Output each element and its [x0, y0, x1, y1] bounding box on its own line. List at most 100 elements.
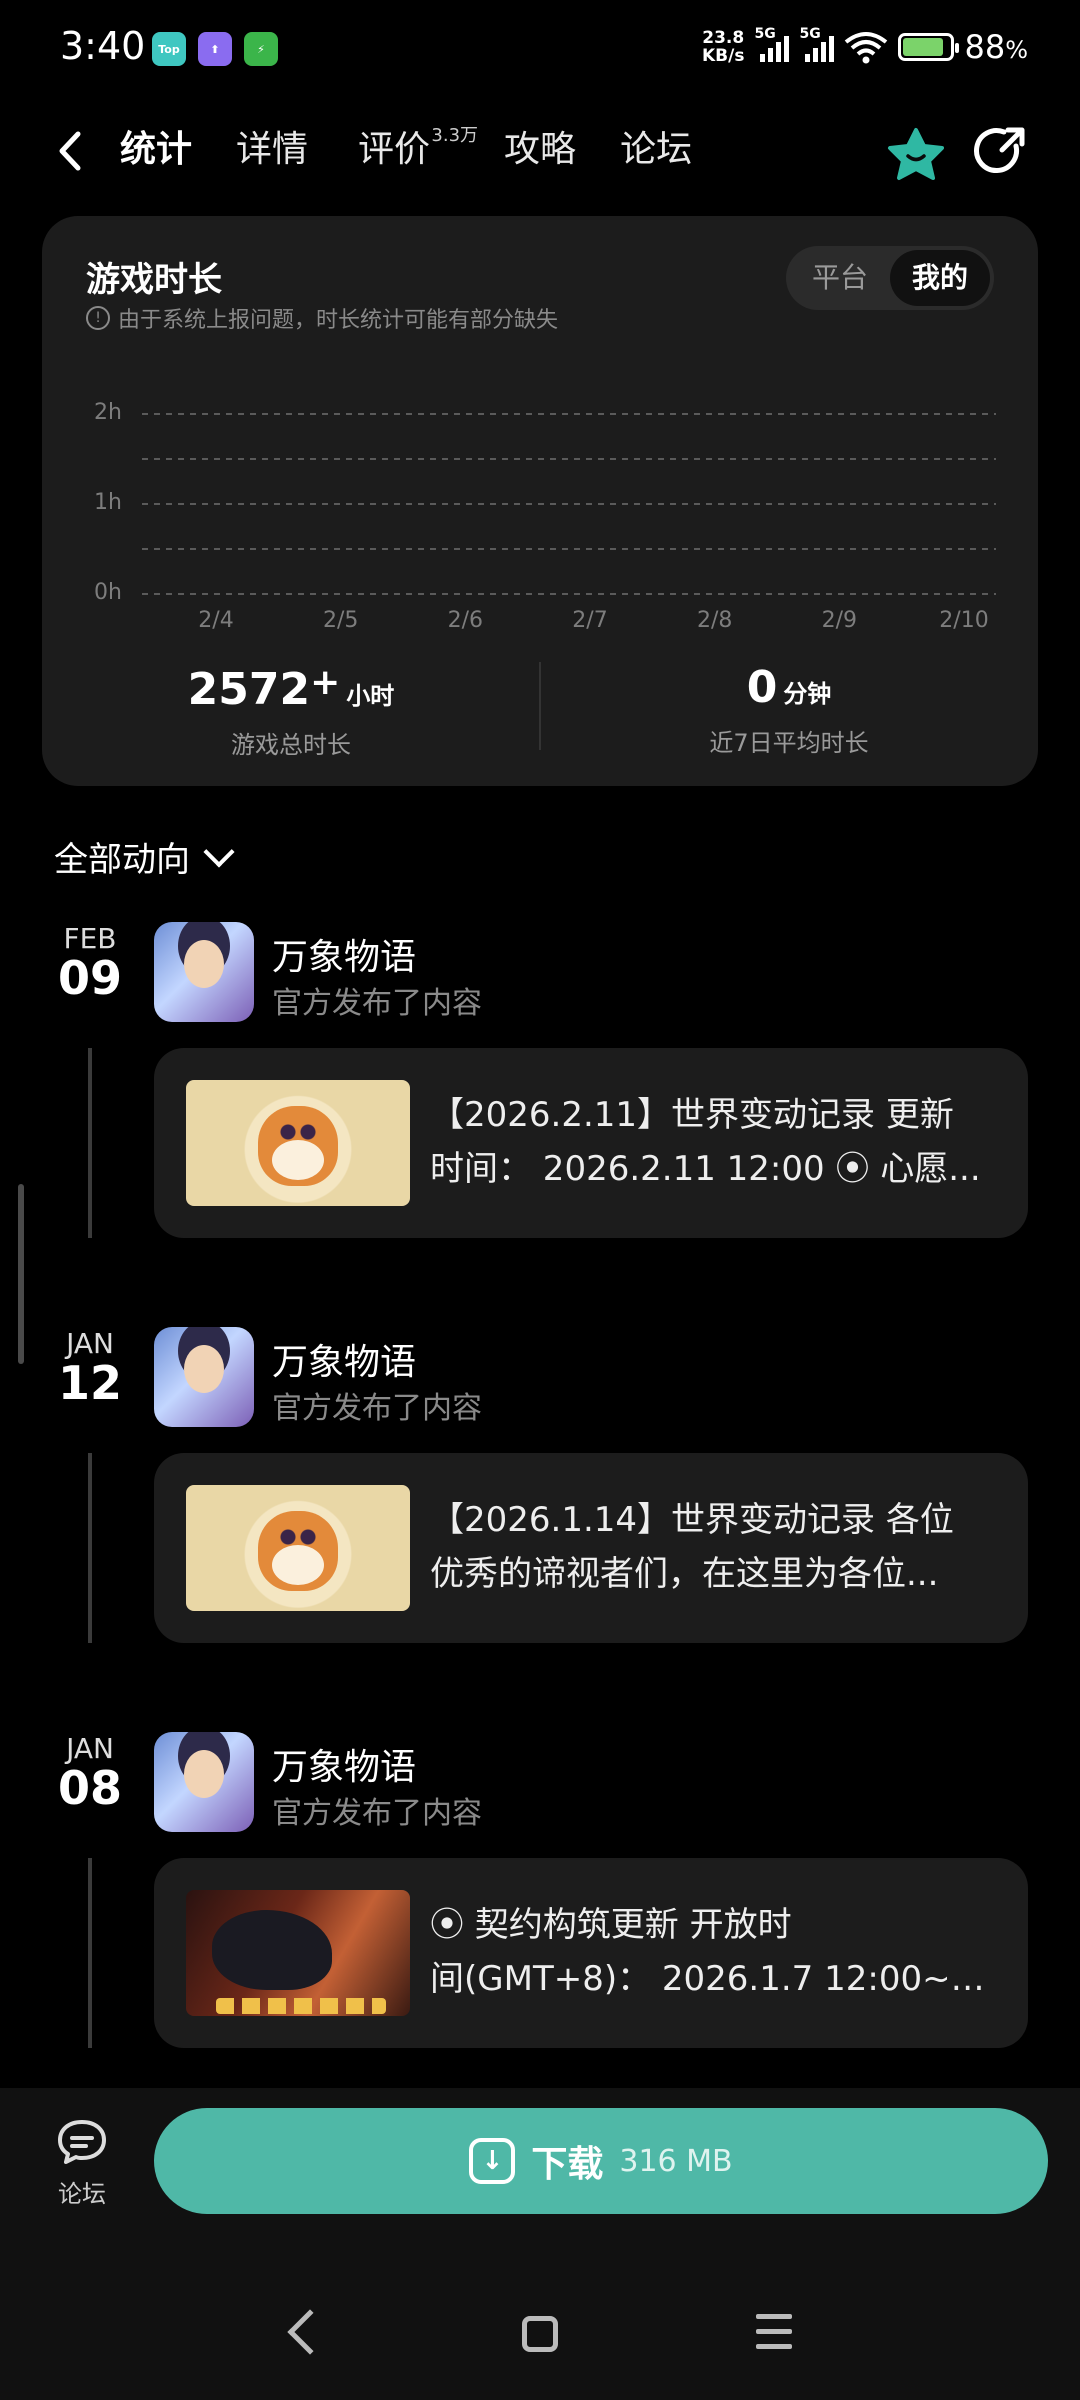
- total-label: 游戏总时长: [231, 731, 351, 759]
- post-subtitle: 官方发布了内容: [272, 986, 482, 1021]
- platform-mine-toggle[interactable]: 平台 我的: [786, 246, 994, 310]
- post-thumbnail: [186, 1485, 410, 1611]
- tab-1[interactable]: 详情: [236, 124, 308, 184]
- post-day: 09: [57, 951, 122, 1005]
- game-avatar[interactable]: [154, 922, 254, 1022]
- average-label: 近7日平均时长: [709, 729, 869, 757]
- play-time-chart: 2h 1h 0h 2/4 2/5 2/6 2/7 2/8 2/9 2/10: [42, 366, 1038, 846]
- post-text-line: 间(GMT+8)： 2026.1.7 12:00~2...: [430, 1959, 1000, 1999]
- post-card[interactable]: ⦿ 契约构筑更新 开放时间(GMT+8)： 2026.1.7 12:00~2..…: [154, 1858, 1028, 2048]
- card-title: 游戏时长: [86, 260, 222, 300]
- stat-divider: [539, 662, 541, 750]
- tab-label: 攻略: [504, 129, 577, 170]
- tab-3[interactable]: 攻略: [504, 124, 576, 184]
- battery-percent: 88%: [964, 28, 1028, 66]
- post-day: 08: [57, 1761, 122, 1815]
- post-date: JAN 08: [50, 1732, 130, 1811]
- post-text: 【2026.1.14】世界变动记录 各位 优秀的谛视者们，在这里为各位...: [430, 1493, 1000, 1601]
- signal-icon: 5G: [799, 26, 835, 62]
- total-unit: 小时: [346, 682, 395, 710]
- forum-icon: [58, 2120, 106, 2164]
- post-text: 【2026.2.11】世界变动记录 更新 时间： 2026.2.11 12:00 …: [430, 1088, 1000, 1196]
- tab-badge: 3.3万: [431, 125, 479, 146]
- chevron-down-icon: [203, 835, 235, 868]
- timeline-line: [88, 1048, 92, 1238]
- status-bar: 3:40 Top ⬆ ⚡ 23.8 KB/s 5G 5G 88%: [0, 0, 1080, 100]
- signal-label: 5G: [799, 26, 821, 42]
- forum-button[interactable]: 论坛: [40, 2116, 124, 2209]
- upload-app-icon: ⬆: [198, 32, 232, 66]
- battery-icon: [898, 33, 960, 61]
- post-subtitle: 官方发布了内容: [272, 1796, 482, 1831]
- game-avatar[interactable]: [154, 1732, 254, 1832]
- network-speed-value: 23.8: [702, 28, 745, 48]
- post-day: 12: [57, 1356, 122, 1410]
- post-text-line: ⦿ 契约构筑更新 开放时: [430, 1905, 792, 1945]
- post-text-line: 【2026.2.11】世界变动记录 更新: [430, 1095, 954, 1135]
- download-button[interactable]: ↓ 下载 316 MB: [154, 2108, 1048, 2214]
- wifi-icon: [845, 32, 888, 64]
- timeline-line: [88, 1453, 92, 1643]
- post-card[interactable]: 【2026.2.11】世界变动记录 更新 时间： 2026.2.11 12:00 …: [154, 1048, 1028, 1238]
- feed-post: JAN 08 万象物语官方发布了内容 ⦿ 契约构筑更新 开放时间(GMT+8)： 20…: [0, 1732, 1080, 2137]
- signal-icon: 5G: [754, 26, 790, 62]
- nav-back-icon[interactable]: [287, 2309, 333, 2355]
- share-icon[interactable]: [972, 124, 1028, 180]
- download-label: 下载: [531, 2144, 604, 2185]
- nav-menu-icon[interactable]: [756, 2314, 792, 2354]
- tab-label: 评价: [358, 129, 431, 170]
- feed-filter-dropdown[interactable]: 全部动向: [54, 832, 235, 881]
- download-icon: ↓: [469, 2138, 516, 2184]
- feed-post: FEB 09 万象物语官方发布了内容【2026.2.11】世界变动记录 更新 时间： …: [0, 922, 1080, 1327]
- status-app-icons: Top ⬆ ⚡: [152, 32, 278, 66]
- network-speed-unit: KB/s: [702, 46, 745, 66]
- total-value: 2572: [187, 664, 311, 715]
- nav-home-icon[interactable]: [522, 2316, 558, 2352]
- post-text-line: 时间： 2026.2.11 12:00 ⦿ 心愿...: [430, 1149, 981, 1189]
- tab-label: 统计: [120, 129, 193, 170]
- chart-x-tick: 2/5: [322, 608, 359, 633]
- timeline-line: [88, 1858, 92, 2048]
- post-author[interactable]: 万象物语: [272, 928, 416, 980]
- post-thumbnail: [186, 1890, 410, 2016]
- tab-bar: 统计 详情 评价 3.3万 攻略 论坛: [113, 124, 692, 184]
- feed-post: JAN 12 万象物语 官方发布了内容 【2026.1.14】世界变动记录 各位 优秀的谛…: [0, 1327, 1080, 1732]
- post-subtitle: 官方发布了内容: [272, 1391, 482, 1426]
- average-value: 0: [746, 662, 778, 713]
- average-unit: 分钟: [783, 680, 832, 708]
- chart-y-tick: 1h: [94, 490, 122, 515]
- star-icon[interactable]: [886, 126, 946, 182]
- chart-x-tick: 2/6: [447, 608, 484, 633]
- post-text-line: 【2026.1.14】世界变动记录 各位: [430, 1500, 954, 1540]
- post-text: ⦿ 契约构筑更新 开放时间(GMT+8)： 2026.1.7 12:00~2..…: [430, 1898, 1000, 2006]
- average-play-time: 0 分钟 近7日平均时长: [540, 662, 1038, 772]
- game-avatar[interactable]: [154, 1327, 254, 1427]
- chart-x-tick: 2/10: [939, 608, 989, 633]
- tab-2[interactable]: 评价 3.3万: [358, 124, 478, 184]
- post-thumbnail: [186, 1080, 410, 1206]
- toggle-mine[interactable]: 我的: [890, 250, 990, 306]
- play-time-card: 游戏时长 ! 由于系统上报问题，时长统计可能有部分缺失 平台 我的 2h 1h 0h…: [42, 216, 1038, 786]
- chart-x-tick: 2/8: [696, 608, 733, 633]
- tab-0[interactable]: 统计: [113, 124, 199, 184]
- network-speed: 23.8 KB/s: [702, 29, 744, 65]
- top-nav: 统计 详情 评价 3.3万 攻略 论坛: [0, 110, 1080, 194]
- signal-label: 5G: [754, 26, 776, 42]
- total-suffix: +: [310, 662, 341, 703]
- download-size: 316 MB: [619, 2143, 733, 2179]
- post-author[interactable]: 万象物语: [272, 1333, 416, 1385]
- back-arrow-icon[interactable]: [50, 126, 90, 176]
- toggle-platform[interactable]: 平台: [790, 250, 890, 306]
- top-app-icon: Top: [152, 32, 186, 66]
- forum-label: 论坛: [58, 2180, 106, 2208]
- feed-filter-label: 全部动向: [54, 840, 190, 880]
- tab-4[interactable]: 论坛: [620, 124, 692, 184]
- chart-x-tick: 2/7: [572, 608, 608, 633]
- post-card[interactable]: 【2026.1.14】世界变动记录 各位 优秀的谛视者们，在这里为各位...: [154, 1453, 1028, 1643]
- system-nav-bar: [0, 2280, 1080, 2400]
- status-time: 3:40: [60, 24, 146, 68]
- tab-label: 论坛: [620, 129, 693, 170]
- post-date: FEB 09: [50, 922, 130, 1001]
- post-author[interactable]: 万象物语: [272, 1738, 416, 1790]
- chart-y-tick: 2h: [94, 400, 122, 425]
